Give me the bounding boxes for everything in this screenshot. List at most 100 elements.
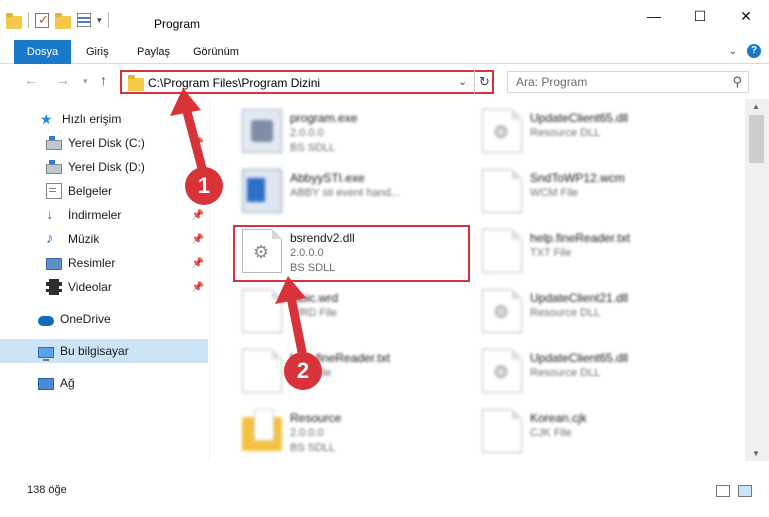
customize-toolbar-icon[interactable]: ▾ bbox=[97, 15, 102, 26]
folder-icon bbox=[6, 12, 22, 29]
tab-home[interactable]: Giriş bbox=[86, 40, 109, 64]
file-item[interactable]: AbbyySTI.exe ABBY sti event hand... bbox=[234, 163, 466, 219]
scroll-up-icon[interactable]: ▲ bbox=[752, 102, 760, 111]
sidebar-item-network[interactable]: Ağ bbox=[0, 371, 208, 395]
maximize-button[interactable]: ☐ bbox=[677, 0, 723, 32]
minimize-button[interactable]: — bbox=[631, 0, 677, 32]
navigation-bar: ← → ▾ ↑ C:\Program Files\Program Dizini … bbox=[0, 64, 769, 99]
sidebar-item-label: Hızlı erişim bbox=[62, 112, 122, 126]
properties-check-icon[interactable] bbox=[35, 12, 49, 28]
file-type: TXT File bbox=[530, 247, 572, 259]
sidebar-item-disk-c[interactable]: Yerel Disk (C:) 📌 bbox=[0, 131, 208, 155]
status-bar: 138 öğe bbox=[0, 481, 769, 501]
file-type: Resource DLL bbox=[530, 127, 601, 139]
up-icon[interactable]: ↑ bbox=[100, 72, 107, 88]
tab-share[interactable]: Paylaş bbox=[137, 40, 170, 64]
refresh-icon[interactable]: ↻ bbox=[474, 70, 494, 94]
sidebar-item-quick-access[interactable]: ★ Hızlı erişim bbox=[0, 107, 208, 131]
file-item[interactable]: help.fineReader.txt TXT File bbox=[474, 223, 706, 279]
sidebar-item-disk-d[interactable]: Yerel Disk (D:) bbox=[0, 155, 208, 179]
documents-icon bbox=[46, 183, 62, 199]
download-icon: ↓ bbox=[46, 206, 54, 223]
file-version: 2.0.0.0 bbox=[290, 127, 324, 139]
file-version: 2.0.0.0 bbox=[290, 427, 324, 439]
navigation-pane: ★ Hızlı erişim Yerel Disk (C:) 📌 Yerel D… bbox=[0, 99, 210, 461]
file-type: WRD File bbox=[290, 307, 338, 319]
disk-icon bbox=[46, 159, 62, 174]
file-item[interactable]: SndToWP12.wcm WCM File bbox=[474, 163, 706, 219]
dll-file-icon bbox=[482, 349, 522, 393]
file-type: WCM File bbox=[530, 187, 579, 199]
file-icon bbox=[242, 109, 282, 153]
file-name: help.fineReader.txt bbox=[530, 231, 631, 245]
file-type: Resource DLL bbox=[530, 367, 601, 379]
file-item[interactable]: Korean.cjk CJK File bbox=[474, 403, 706, 459]
file-icon bbox=[482, 409, 522, 453]
video-icon bbox=[46, 279, 62, 295]
forward-icon[interactable]: → bbox=[56, 72, 70, 88]
sidebar-item-label: Bu bilgisayar bbox=[60, 344, 129, 358]
file-item[interactable]: program.exe 2.0.0.0 BS SDLL bbox=[234, 103, 466, 159]
title-bar: ▾ Program — ☐ ✕ bbox=[0, 0, 769, 42]
help-icon[interactable]: ? bbox=[747, 44, 761, 58]
search-icon[interactable]: ⚲ bbox=[732, 74, 742, 90]
file-description: ABBY sti event hand... bbox=[290, 187, 400, 199]
sidebar-item-this-pc[interactable]: Bu bilgisayar bbox=[0, 339, 208, 363]
recent-locations-icon[interactable]: ▾ bbox=[83, 76, 88, 87]
tab-file[interactable]: Dosya bbox=[14, 40, 71, 64]
properties-icon[interactable] bbox=[77, 13, 91, 27]
sidebar-item-label: İndirmeler bbox=[68, 208, 122, 222]
pictures-icon bbox=[46, 258, 62, 270]
file-type: Resource DLL bbox=[530, 307, 601, 319]
scroll-down-icon[interactable]: ▼ bbox=[752, 449, 760, 458]
chevron-down-icon[interactable]: ⌄ bbox=[729, 46, 737, 57]
tab-view[interactable]: Görünüm bbox=[193, 40, 239, 64]
file-item[interactable]: help.fineReader.txt TXT File bbox=[234, 343, 466, 399]
sidebar-item-documents[interactable]: Belgeler 📌 bbox=[0, 179, 208, 203]
file-name: UpdateClient65.dll bbox=[530, 111, 629, 125]
sidebar-item-pictures[interactable]: Resimler 📌 bbox=[0, 251, 208, 275]
file-item[interactable]: Resource 2.0.0.0 BS SDLL bbox=[234, 403, 466, 459]
search-placeholder: Ara: Program bbox=[516, 75, 588, 89]
computer-icon bbox=[38, 346, 54, 361]
item-count: 138 öğe bbox=[27, 484, 67, 496]
pin-icon: 📌 bbox=[191, 233, 204, 245]
sidebar-item-videos[interactable]: Videolar 📌 bbox=[0, 275, 208, 299]
vertical-scrollbar[interactable]: ▲ ▼ bbox=[745, 99, 769, 461]
dll-file-icon bbox=[482, 289, 522, 333]
tiles-view-icon[interactable] bbox=[738, 485, 752, 497]
sidebar-item-downloads[interactable]: ↓ İndirmeler 📌 bbox=[0, 203, 208, 227]
back-icon[interactable]: ← bbox=[24, 72, 38, 88]
scrollbar-thumb[interactable] bbox=[749, 115, 764, 163]
ribbon-tabs: Dosya Giriş Paylaş Görünüm ⌄ ? bbox=[0, 40, 769, 64]
address-bar[interactable]: C:\Program Files\Program Dizini ⌄ ↻ bbox=[120, 70, 494, 94]
pin-icon: 📌 bbox=[191, 209, 204, 221]
new-folder-icon[interactable] bbox=[55, 12, 71, 29]
chevron-down-icon[interactable]: ⌄ bbox=[458, 75, 467, 88]
file-icon bbox=[242, 289, 282, 333]
file-name: AbbyySTI.exe bbox=[290, 171, 365, 185]
close-button[interactable]: ✕ bbox=[723, 0, 769, 32]
file-name: SndToWP12.wcm bbox=[530, 171, 625, 185]
file-name: Resource bbox=[290, 411, 342, 425]
sidebar-item-label: Müzik bbox=[68, 232, 100, 246]
file-icon bbox=[242, 349, 282, 393]
file-item[interactable]: UpdateClient21.dll Resource DLL bbox=[474, 283, 706, 339]
file-item[interactable]: UpdateClient65.dll Resource DLL bbox=[474, 103, 706, 159]
details-view-icon[interactable] bbox=[716, 485, 730, 497]
file-item[interactable]: fabic.wrd WRD File bbox=[234, 283, 466, 339]
cloud-icon bbox=[38, 316, 54, 326]
quick-access-toolbar: ▾ bbox=[6, 12, 109, 29]
file-item[interactable]: UpdateClient65.dll Resource DLL bbox=[474, 343, 706, 399]
pin-icon: 📌 bbox=[191, 257, 204, 269]
network-icon bbox=[38, 378, 54, 390]
file-icon bbox=[482, 229, 522, 273]
pin-icon: 📌 bbox=[191, 137, 204, 149]
sidebar-item-music[interactable]: ♪ Müzik 📌 bbox=[0, 227, 208, 251]
pin-icon: 📌 bbox=[191, 281, 204, 293]
search-input[interactable]: Ara: Program ⚲ bbox=[507, 71, 749, 93]
sidebar-item-onedrive[interactable]: OneDrive bbox=[0, 307, 208, 331]
folder-icon bbox=[242, 409, 282, 451]
sidebar-item-label: OneDrive bbox=[60, 312, 111, 326]
highlight-box bbox=[233, 225, 470, 282]
